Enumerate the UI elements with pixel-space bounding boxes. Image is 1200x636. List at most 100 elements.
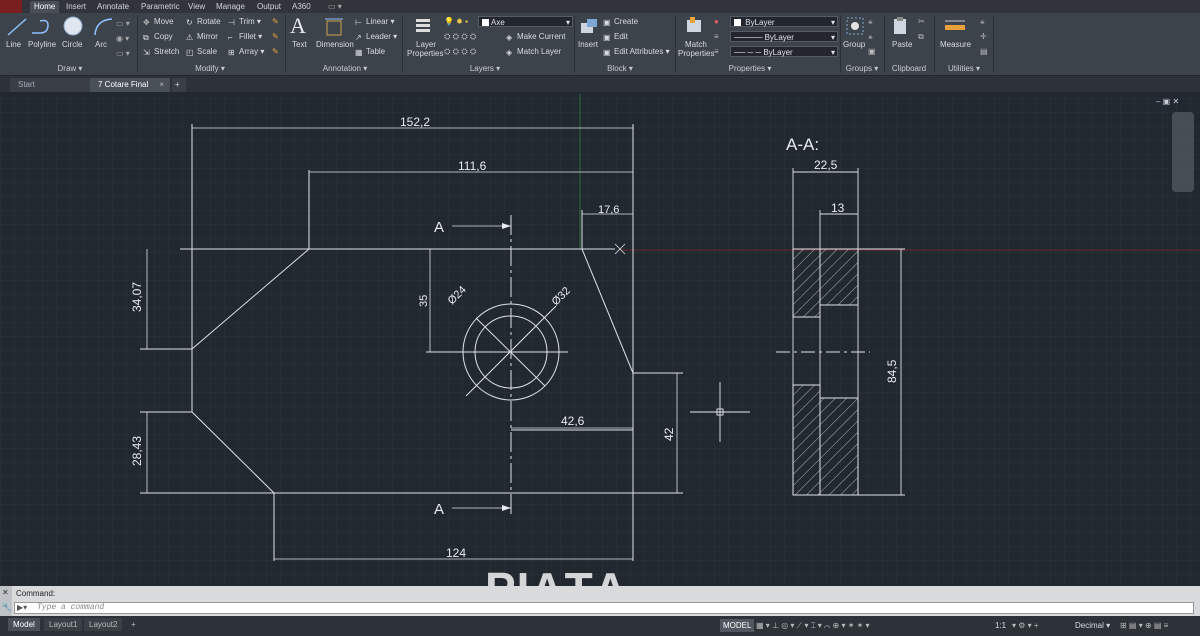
edit-attributes-icon: ▣ xyxy=(603,48,611,57)
leader-button[interactable]: ↗ Leader ▾ xyxy=(355,32,397,42)
tab-output[interactable]: Output xyxy=(257,1,281,13)
measure-button[interactable]: Measure xyxy=(940,40,971,49)
draw-more-icon[interactable]: ▭ ▾ xyxy=(116,49,130,58)
status-right-icons[interactable]: ⊞ ▤ ▾ ⊕ ▤ ≡ xyxy=(1120,619,1168,632)
cut-icon[interactable]: ✂ xyxy=(918,17,925,26)
annotation-panel-label[interactable]: Annotation ▾ xyxy=(310,63,380,74)
tab-annotate[interactable]: Annotate xyxy=(97,1,129,13)
units-dropdown[interactable]: Decimal ▾ xyxy=(1075,619,1110,632)
dim-28-43: 28,43 xyxy=(130,436,144,466)
paste-button[interactable]: Paste xyxy=(892,40,912,49)
viewport-controls[interactable]: ‒ ▣ ✕ xyxy=(1156,97,1179,106)
layers-panel-label[interactable]: Layers ▾ xyxy=(460,63,510,74)
properties-panel-label[interactable]: Properties ▾ xyxy=(720,63,780,74)
layer-properties-button[interactable]: Layer xyxy=(416,40,436,49)
measure-icon xyxy=(945,20,965,30)
polyline-button[interactable]: Polyline xyxy=(28,40,56,49)
tab-drawing[interactable]: 7 Cotare Final × xyxy=(90,78,170,92)
status-toggle-icons[interactable]: ▦ ▾ ⊥ ◎ ▾ ⟋ ▾ ⌶ ▾ ⌒ ⊕ ▾ ✶ ✶ ▾ xyxy=(756,619,870,632)
move-button[interactable]: ✥ Move xyxy=(143,17,174,27)
drawing-canvas[interactable]: 152,2 111,6 17,6 34,07 28,43 35 Ø24 Ø32 … xyxy=(0,94,1200,584)
quick-select-icon[interactable]: ⚹ xyxy=(980,17,985,27)
color-dropdown[interactable]: ByLayer ▾ xyxy=(730,16,838,27)
rotate-button[interactable]: ↻ Rotate xyxy=(186,17,221,27)
clipboard-panel-label[interactable]: Clipboard xyxy=(886,63,932,74)
layer-state-icons[interactable]: 💡 ✹ ▪ xyxy=(444,17,468,26)
copy-clip-icon[interactable]: ⧉ xyxy=(918,32,924,42)
add-layout-button[interactable]: + xyxy=(126,618,141,631)
dim-17-6: 17,6 xyxy=(598,204,619,216)
explode-icon[interactable]: ✎ xyxy=(272,32,279,41)
tab-start[interactable]: Start xyxy=(10,78,90,92)
edit-attributes-button[interactable]: ▣ Edit Attributes ▾ xyxy=(603,47,670,57)
make-current-icon: ◈ xyxy=(506,33,513,42)
hatch-icon[interactable]: ◉ ▾ xyxy=(116,34,129,43)
linetype-dropdown[interactable]: ───── ByLayer ▾ xyxy=(730,31,838,42)
offset-icon[interactable]: ✎ xyxy=(272,47,279,56)
arc-button[interactable]: Arc xyxy=(95,40,107,49)
scale-dropdown-icon[interactable]: ▾ ⚙ ▾ + xyxy=(1012,619,1039,632)
command-close-icon[interactable]: ✕ 🔧 xyxy=(0,586,12,616)
table-button[interactable]: ▦ Table xyxy=(355,47,385,57)
layer-tools-icons-2[interactable]: ⛭ ⛭ ⛭ ⛭ xyxy=(444,47,476,57)
tab-view[interactable]: View xyxy=(188,1,205,13)
grid xyxy=(0,94,1200,584)
circle-button[interactable]: Circle xyxy=(62,40,82,49)
copy-button[interactable]: ⧉ Copy xyxy=(143,32,173,42)
layer-tools-icons[interactable]: ⛭ ⛭ ⛭ ⛭ xyxy=(444,32,476,42)
circle-icon xyxy=(63,16,83,36)
mirror-button[interactable]: ⚠ Mirror xyxy=(186,32,218,42)
fillet-button[interactable]: ⌐ Fillet ▾ xyxy=(228,32,262,42)
ungroup-icon[interactable]: ⚹ xyxy=(868,17,873,27)
dimension-button[interactable]: Dimension xyxy=(316,40,354,49)
group-edit-icon[interactable]: ⚹ xyxy=(868,32,873,42)
groups-panel-label[interactable]: Groups ▾ xyxy=(842,63,882,74)
application-menu-button[interactable] xyxy=(0,0,22,13)
text-button[interactable]: Text xyxy=(292,40,307,49)
model-space-toggle[interactable]: MODEL xyxy=(720,619,755,632)
modify-panel-label[interactable]: Modify ▾ xyxy=(180,63,240,74)
navigation-bar[interactable] xyxy=(1172,112,1194,192)
scale-button[interactable]: ◰ Scale xyxy=(186,47,217,57)
make-current-button[interactable]: ◈ Make Current xyxy=(506,32,565,42)
rotate-icon: ↻ xyxy=(186,18,193,27)
erase-icon[interactable]: ✎ xyxy=(272,17,279,26)
tab-model[interactable]: Model xyxy=(8,618,40,631)
tab-a360[interactable]: A360 xyxy=(292,1,311,13)
tab-layout2[interactable]: Layout2 xyxy=(84,618,123,631)
document-tab-bar: Start 7 Cotare Final × + xyxy=(0,76,1200,92)
line-button[interactable]: Line xyxy=(6,40,21,49)
rectangle-icon[interactable]: ▭ ▾ xyxy=(116,19,130,28)
match-layer-button[interactable]: ◈ Match Layer xyxy=(506,47,561,57)
create-block-button[interactable]: ▣ Create xyxy=(603,17,638,27)
group-button[interactable]: Group xyxy=(843,40,865,49)
command-input-field[interactable]: ▶▾ Type a command xyxy=(14,602,1194,614)
stretch-button[interactable]: ⇲ Stretch xyxy=(143,47,179,57)
id-point-icon[interactable]: ✛ xyxy=(980,32,987,41)
draw-panel-label[interactable]: Draw ▾ xyxy=(40,63,100,74)
utilities-panel-label[interactable]: Utilities ▾ xyxy=(936,63,992,74)
linear-button[interactable]: ⊢ Linear ▾ xyxy=(355,17,395,27)
more-tabs-icon[interactable]: ▭ ▾ xyxy=(328,1,342,13)
tab-manage[interactable]: Manage xyxy=(216,1,245,13)
array-button[interactable]: ⊞ Array ▾ xyxy=(228,47,264,57)
tab-parametric[interactable]: Parametric xyxy=(141,1,180,13)
annotation-scale[interactable]: 1:1 xyxy=(995,619,1006,632)
close-tab-icon[interactable]: × xyxy=(159,78,164,92)
dim-111: 111,6 xyxy=(458,159,487,173)
trim-button[interactable]: ⊣ Trim ▾ xyxy=(228,17,261,27)
group-select-icon[interactable]: ▣ xyxy=(868,47,876,56)
tab-insert[interactable]: Insert xyxy=(66,1,86,13)
edit-block-button[interactable]: ▣ Edit xyxy=(603,32,628,42)
insert-button[interactable]: Insert xyxy=(578,40,598,49)
calculator-icon[interactable]: ▤ xyxy=(980,47,988,56)
tab-layout1[interactable]: Layout1 xyxy=(44,618,83,631)
tab-home[interactable]: Home xyxy=(30,1,60,13)
layer-color-swatch-icon xyxy=(482,19,489,26)
lineweight-dropdown[interactable]: ── ─ ─ ByLayer ▾ xyxy=(730,46,838,57)
new-tab-button[interactable]: + xyxy=(172,78,186,92)
layer-dropdown[interactable]: Axe ▾ xyxy=(478,16,573,27)
block-panel-label[interactable]: Block ▾ xyxy=(595,63,645,74)
match-properties-button[interactable]: Match xyxy=(685,40,707,49)
lineweight-icon: ≡ xyxy=(714,47,719,56)
